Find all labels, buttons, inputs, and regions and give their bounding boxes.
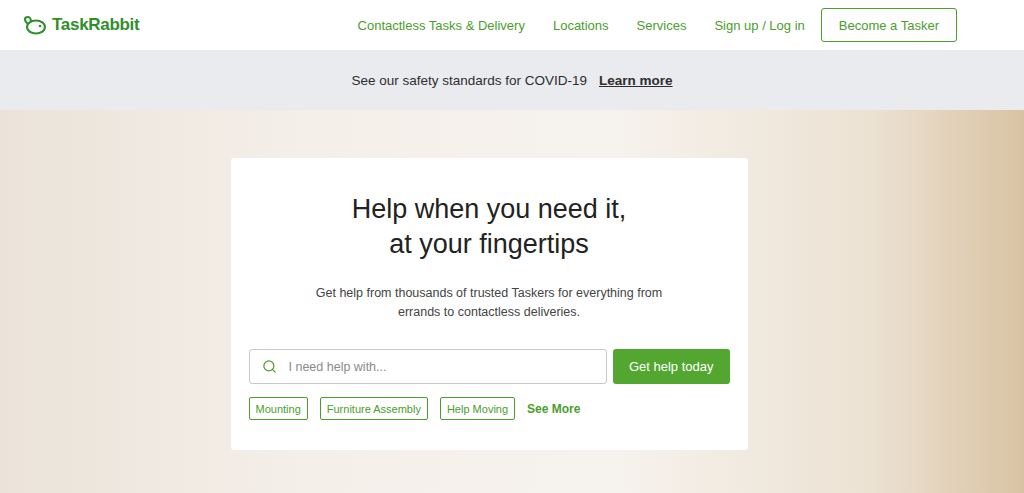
nav-link[interactable]: Sign up / Log in [714,18,804,33]
logo-text: TaskRabbit [52,15,139,35]
learn-more-link[interactable]: Learn more [599,73,673,88]
search-field[interactable] [249,349,607,384]
service-tag[interactable]: Mounting [249,397,308,420]
search-input[interactable] [287,359,594,375]
become-tasker-button[interactable]: Become a Tasker [821,8,957,42]
rabbit-logo-icon [22,15,48,35]
hero-title: Help when you need it,at your fingertips [352,192,627,262]
top-header: TaskRabbit Contactless Tasks & Delivery Lo… [0,0,1024,50]
nav-link[interactable]: Contactless Tasks & Delivery [358,18,525,33]
banner-text: See our safety standards for COVID-19 [351,73,587,88]
search-row: Get help today [249,349,730,384]
hero-subtitle: Get help from thousands of trusted Taske… [316,284,662,322]
see-more-link[interactable]: See More [527,402,580,416]
logo[interactable]: TaskRabbit [22,15,139,35]
main-nav: Contactless Tasks & Delivery Locations Ser… [358,8,957,42]
service-tag[interactable]: Help Moving [440,397,515,420]
hero-photo: Help when you need it,at your fingertips… [0,110,1024,493]
search-icon [262,359,277,374]
nav-link[interactable]: Services [637,18,687,33]
tag-row: Mounting Furniture Assembly Help Moving See… [249,397,730,420]
search-card: Help when you need it,at your fingertips… [231,158,748,450]
service-tag[interactable]: Furniture Assembly [320,397,428,420]
get-help-button[interactable]: Get help today [613,349,730,384]
nav-link[interactable]: Locations [553,18,609,33]
covid-banner: See our safety standards for COVID-19 Lea… [0,50,1024,110]
